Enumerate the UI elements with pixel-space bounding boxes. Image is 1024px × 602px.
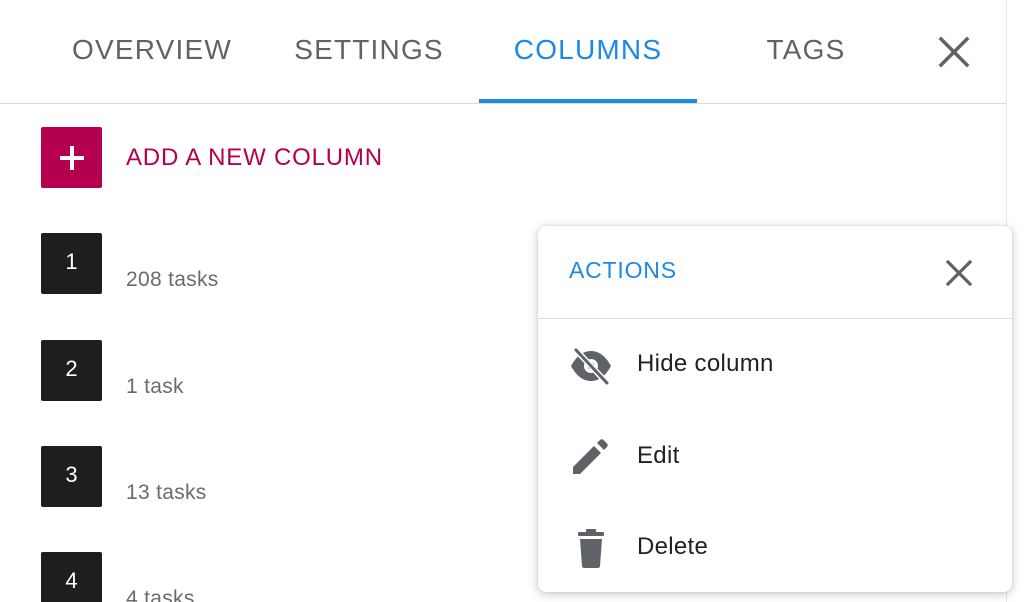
- actions-menu-title: ACTIONS: [569, 257, 677, 283]
- column-task-count: 4 tasks: [126, 587, 195, 602]
- pencil-icon: [569, 438, 613, 478]
- tab-columns[interactable]: COLUMNS: [479, 30, 697, 70]
- plus-icon: [41, 127, 102, 188]
- active-tab-indicator: [479, 99, 697, 103]
- column-number-badge[interactable]: 3: [41, 446, 102, 507]
- eye-off-icon: [569, 346, 613, 386]
- column-row: 2 1 task: [41, 340, 501, 401]
- add-column-button[interactable]: ADD A NEW COLUMN: [41, 127, 383, 188]
- column-number-badge[interactable]: 1: [41, 233, 102, 294]
- column-task-count: 1 task: [126, 375, 184, 398]
- tab-bar: OVERVIEW SETTINGS COLUMNS TAGS: [0, 0, 1006, 104]
- actions-menu-header: ACTIONS: [538, 226, 1012, 319]
- tab-overview[interactable]: OVERVIEW: [64, 30, 240, 70]
- trash-icon: [569, 529, 613, 569]
- hide-column-label: Hide column: [637, 350, 774, 377]
- column-row: 4 4 tasks: [41, 552, 501, 602]
- actions-menu: ACTIONS Hide column Edit Delete: [538, 226, 1012, 592]
- column-task-count: 208 tasks: [126, 268, 219, 291]
- column-row: 1 208 tasks: [41, 233, 501, 294]
- tab-settings[interactable]: SETTINGS: [284, 30, 454, 70]
- delete-menu-item[interactable]: Delete: [538, 511, 1012, 583]
- tab-tags[interactable]: TAGS: [747, 30, 865, 70]
- add-column-label: ADD A NEW COLUMN: [126, 143, 383, 171]
- hide-column-menu-item[interactable]: Hide column: [538, 328, 1012, 400]
- close-icon[interactable]: [941, 255, 977, 291]
- edit-label: Edit: [637, 442, 680, 469]
- column-row: 3 13 tasks: [41, 446, 501, 507]
- edit-menu-item[interactable]: Edit: [538, 420, 1012, 492]
- column-task-count: 13 tasks: [126, 481, 207, 504]
- close-icon[interactable]: [934, 32, 974, 72]
- column-number-badge[interactable]: 2: [41, 340, 102, 401]
- delete-label: Delete: [637, 533, 709, 560]
- column-number-badge[interactable]: 4: [41, 552, 102, 602]
